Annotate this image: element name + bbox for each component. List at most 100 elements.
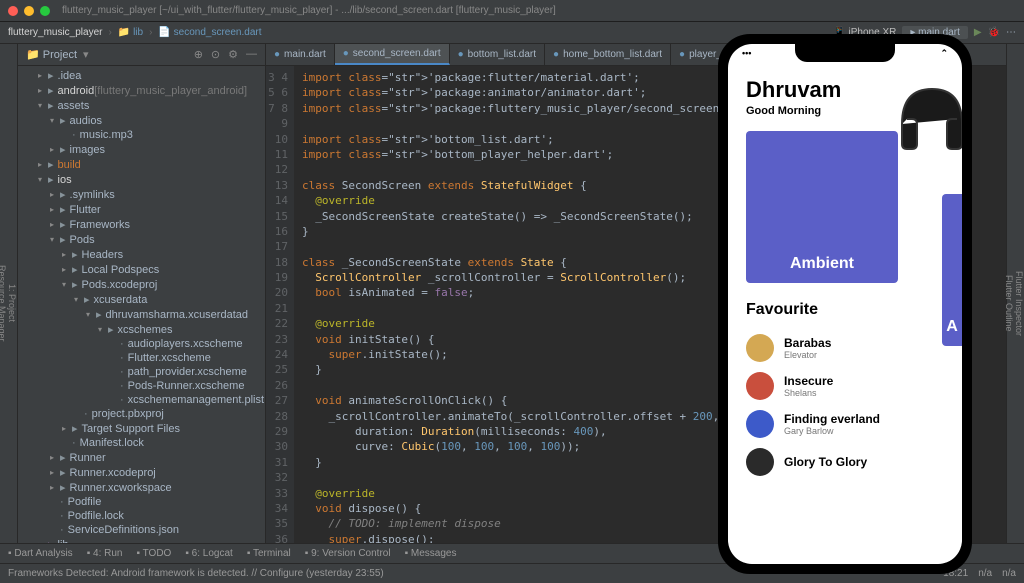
bottom-tab[interactable]: ▪ Terminal [247, 548, 291, 559]
tool-project[interactable]: 1: Project [7, 64, 17, 543]
window-title: fluttery_music_player [~/ui_with_flutter… [62, 5, 556, 16]
tree-item[interactable]: ▾▸dhruvamsharma.xcuserdatad [18, 307, 265, 322]
project-title[interactable]: 📁 Project [26, 48, 77, 61]
favourite-list: BarabasElevatorInsecureShelansFinding ev… [746, 329, 944, 481]
editor-tab[interactable]: ●second_screen.dart [335, 44, 450, 65]
status-info-1: n/a [978, 568, 992, 579]
tree-item[interactable]: ▸▸Runner.xcworkspace [18, 480, 265, 495]
tree-item[interactable]: ▸▸images [18, 142, 265, 157]
editor-tab[interactable]: ●bottom_list.dart [450, 44, 545, 65]
tool-inspector[interactable]: Flutter Inspector [1014, 64, 1024, 543]
tree-item[interactable]: ▸▸build [18, 157, 265, 172]
tree-item[interactable]: ▸▸Runner [18, 450, 265, 465]
favourite-item[interactable]: Finding everlandGary Barlow [746, 405, 944, 443]
avatar [746, 448, 774, 476]
avatar [746, 334, 774, 362]
more-actions[interactable]: ⋯ [1006, 27, 1016, 38]
section-title: Favourite [746, 301, 944, 319]
bottom-tab[interactable]: ▪ Messages [405, 548, 457, 559]
tree-item[interactable]: ▸▸Frameworks [18, 217, 265, 232]
wifi-icon: ⌃ [940, 48, 948, 59]
tree-item[interactable]: ·Podfile [18, 495, 265, 509]
notch [795, 44, 895, 62]
bottom-tab[interactable]: ▪ Dart Analysis [8, 548, 73, 559]
tree-item[interactable]: ▾▸Pods [18, 232, 265, 247]
tree-item[interactable]: ▾▸xcschemes [18, 322, 265, 337]
collapse-icon[interactable]: ⊕ [194, 48, 203, 61]
chevron-right-icon: › [108, 27, 111, 38]
tree-item[interactable]: ▸▸Target Support Files [18, 421, 265, 436]
favourite-item[interactable]: BarabasElevator [746, 329, 944, 367]
gear-icon[interactable]: ⚙ [228, 48, 238, 61]
breadcrumb-root[interactable]: fluttery_music_player [8, 27, 102, 38]
avatar [746, 410, 774, 438]
tree-item[interactable]: ▸▸lib [18, 537, 265, 543]
track-name: Barabas [784, 336, 831, 350]
tree-item[interactable]: ·music.mp3 [18, 128, 265, 142]
track-artist: Gary Barlow [784, 426, 880, 436]
tree-item[interactable]: ▸▸.symlinks [18, 187, 265, 202]
track-artist: Elevator [784, 350, 831, 360]
tree-item[interactable]: ·Podfile.lock [18, 509, 265, 523]
tree-item[interactable]: ▾▸Pods.xcodeproj [18, 277, 265, 292]
breadcrumb-file[interactable]: 📄 second_screen.dart [158, 27, 261, 38]
target-icon[interactable]: ⊙ [211, 48, 220, 61]
tree-item[interactable]: ▸▸Runner.xcodeproj [18, 465, 265, 480]
window-controls [8, 6, 50, 16]
project-header: 📁 Project ▾ ⊕ ⊙ ⚙ — [18, 44, 265, 66]
tree-item[interactable]: ▸▸android [fluttery_music_player_android… [18, 83, 265, 98]
bottom-tab[interactable]: ▪ 9: Version Control [305, 548, 391, 559]
tool-resource[interactable]: Resource Manager [0, 64, 7, 543]
status-info-2: n/a [1002, 568, 1016, 579]
chevron-down-icon[interactable]: ▾ [83, 48, 89, 61]
tree-item[interactable]: ▸▸.idea [18, 68, 265, 83]
minimize-icon[interactable] [24, 6, 34, 16]
titlebar: fluttery_music_player [~/ui_with_flutter… [0, 0, 1024, 22]
track-name: Finding everland [784, 412, 880, 426]
phone-screen[interactable]: ••• ⌃ Dhruvam Good Morning Ambient A Fav… [728, 44, 962, 564]
tree-item[interactable]: ·Flutter.xcscheme [18, 351, 265, 365]
headphone-image [882, 64, 962, 164]
line-gutter: 3 4 5 6 7 8 9 10 11 12 13 14 15 16 17 18… [266, 66, 294, 543]
status-message: Frameworks Detected: Android framework i… [8, 568, 384, 579]
close-icon[interactable] [8, 6, 18, 16]
tree-item[interactable]: ▸▸Local Podspecs [18, 262, 265, 277]
tree-item[interactable]: ·ServiceDefinitions.json [18, 523, 265, 537]
tree-item[interactable]: ▾▸assets [18, 98, 265, 113]
run-button[interactable]: ▶ [974, 27, 982, 38]
tree-item[interactable]: ▾▸audios [18, 113, 265, 128]
right-tool-strip: Flutter Inspector Flutter Outline Gradle… [1006, 44, 1024, 543]
editor-tab[interactable]: ●main.dart [266, 44, 335, 65]
tree-item[interactable]: ▾▸xcuserdata [18, 292, 265, 307]
editor-tab[interactable]: ●home_bottom_list.dart [545, 44, 671, 65]
tree-item[interactable]: ·path_provider.xcscheme [18, 365, 265, 379]
hide-icon[interactable]: — [246, 48, 257, 61]
tree-item[interactable]: ·audioplayers.xcscheme [18, 337, 265, 351]
tree-item[interactable]: ▸▸Flutter [18, 202, 265, 217]
breadcrumb-folder[interactable]: 📁 lib [118, 27, 143, 38]
favourite-item[interactable]: Glory To Glory [746, 443, 944, 481]
tree-item[interactable]: ▸▸Headers [18, 247, 265, 262]
chevron-right-icon: › [149, 27, 152, 38]
track-name: Glory To Glory [784, 455, 867, 469]
tree-item[interactable]: ·Manifest.lock [18, 436, 265, 450]
category-card-peek[interactable]: A [942, 194, 962, 346]
bottom-tab[interactable]: ▪ 6: Logcat [185, 548, 232, 559]
bottom-tab[interactable]: ▪ 4: Run [87, 548, 123, 559]
debug-button[interactable]: 🐞 [988, 27, 1000, 38]
left-tool-strip: 1: Project Resource Manager Layout Captu… [0, 44, 18, 543]
bottom-tab[interactable]: ▪ TODO [136, 548, 171, 559]
project-panel: 📁 Project ▾ ⊕ ⊙ ⚙ — ▸▸.idea▸▸android [fl… [18, 44, 266, 543]
tree-item[interactable]: ▾▸ios [18, 172, 265, 187]
track-artist: Shelans [784, 388, 833, 398]
maximize-icon[interactable] [40, 6, 50, 16]
favourite-item[interactable]: InsecureShelans [746, 367, 944, 405]
card-label: Ambient [790, 255, 854, 273]
avatar [746, 372, 774, 400]
project-tree[interactable]: ▸▸.idea▸▸android [fluttery_music_player_… [18, 66, 265, 543]
category-card[interactable]: Ambient [746, 131, 898, 283]
tree-item[interactable]: ·Pods-Runner.xcscheme [18, 379, 265, 393]
tree-item[interactable]: ·project.pbxproj [18, 407, 265, 421]
editor-area: ●main.dart●second_screen.dart●bottom_lis… [266, 44, 1006, 543]
tree-item[interactable]: ·xcschememanagement.plist [18, 393, 265, 407]
